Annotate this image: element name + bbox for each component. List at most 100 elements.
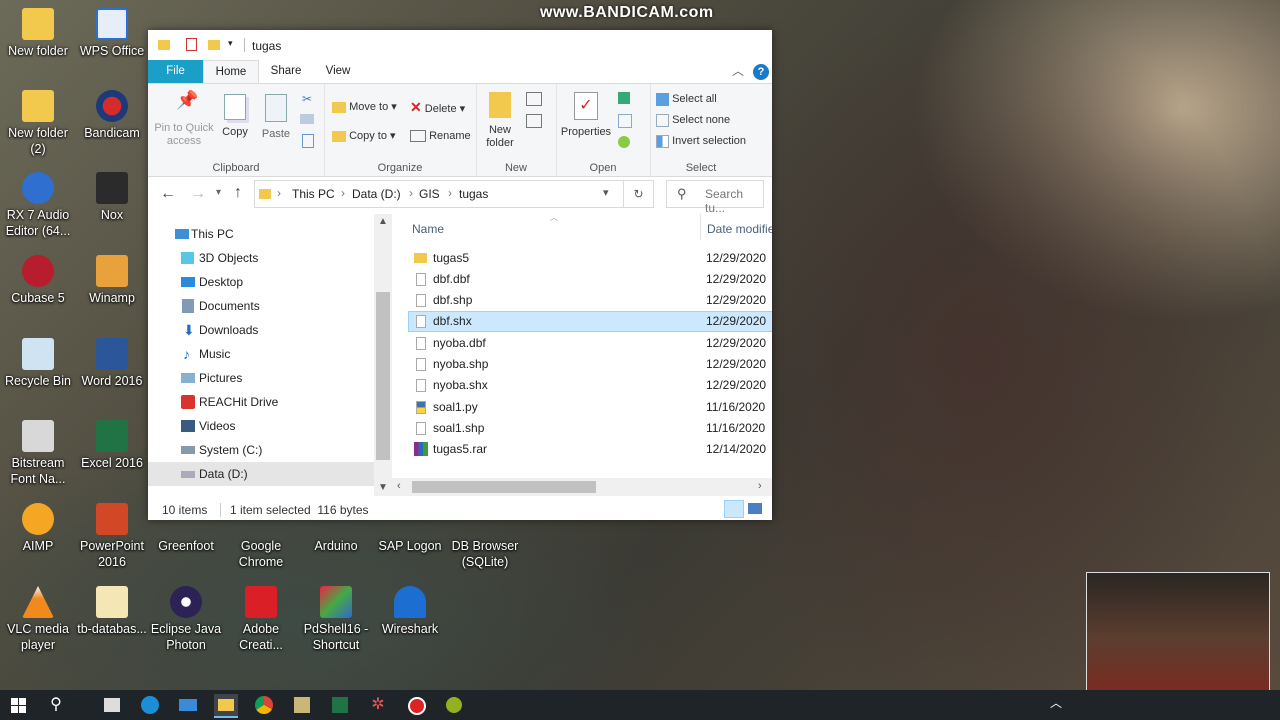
desktop-icon-excel[interactable]: Excel 2016 xyxy=(74,420,150,471)
paste-shortcut-icon[interactable] xyxy=(302,134,314,148)
nav-item-downloads[interactable]: ⬇ Downloads xyxy=(148,318,374,342)
tab-share[interactable]: Share xyxy=(262,60,310,83)
tab-file[interactable]: File xyxy=(148,60,203,83)
recent-locations-icon[interactable]: ▾ xyxy=(216,187,221,198)
chrome-taskbar-icon[interactable] xyxy=(252,694,276,716)
scroll-right-icon[interactable]: › xyxy=(758,480,762,492)
desktop-icon-tb-database[interactable]: tb-databas... xyxy=(74,586,150,637)
mail-icon[interactable] xyxy=(176,694,200,716)
file-row-tugas5-rar[interactable]: tugas5.rar 12/14/2020 xyxy=(408,439,772,460)
quick-access-dropdown-icon[interactable]: ▾ xyxy=(228,38,233,49)
delete-button[interactable]: ✕ Delete ▾ xyxy=(410,100,465,116)
store-icon[interactable] xyxy=(100,694,124,716)
show-hidden-icons[interactable]: ︿ xyxy=(1044,694,1068,716)
file-row-dbf-dbf[interactable]: dbf.dbf 12/29/2020 xyxy=(408,269,772,290)
new-folder-quick-icon[interactable] xyxy=(208,40,220,50)
nav-item-pictures[interactable]: Pictures xyxy=(148,366,374,390)
desktop-icon-rx7[interactable]: RX 7 Audio Editor (64... xyxy=(0,172,76,239)
copy-to-button[interactable]: Copy to ▾ xyxy=(332,129,396,143)
nav-item-documents[interactable]: Documents xyxy=(148,294,374,318)
select-none-button[interactable]: Select none xyxy=(656,113,730,127)
desktop-icon-vlc[interactable]: VLC media player xyxy=(0,586,76,653)
desktop-icon-cubase[interactable]: Cubase 5 xyxy=(0,255,76,306)
nav-item-this-pc[interactable]: This PC xyxy=(148,222,374,246)
edge-icon[interactable] xyxy=(138,694,162,716)
nav-item-data-d[interactable]: Data (D:) xyxy=(148,462,374,486)
nav-item-videos[interactable]: Videos xyxy=(148,414,374,438)
forward-arrow-icon[interactable]: → xyxy=(190,185,206,203)
desktop-icon-winamp[interactable]: Winamp xyxy=(74,255,150,306)
properties-quick-icon[interactable] xyxy=(186,38,197,51)
open-icon[interactable] xyxy=(618,92,630,104)
paste-button[interactable]: Paste xyxy=(258,94,294,141)
file-explorer-taskbar-icon[interactable] xyxy=(214,694,238,718)
tab-home[interactable]: Home xyxy=(203,60,259,84)
file-row-nyoba-dbf[interactable]: nyoba.dbf 12/29/2020 xyxy=(408,333,772,354)
bandicam-taskbar-icon[interactable] xyxy=(404,694,428,716)
easy-access-icon[interactable] xyxy=(526,114,542,128)
file-row-soal1-py[interactable]: soal1.py 11/16/2020 xyxy=(408,397,772,418)
new-folder-button[interactable]: New folder xyxy=(480,92,520,150)
arduino-taskbar-icon[interactable]: ✲ xyxy=(366,694,390,716)
tab-view[interactable]: View xyxy=(314,60,362,83)
breadcrumb-this-pc[interactable]: This PC xyxy=(292,187,335,201)
desktop-icon-eclipse[interactable]: Eclipse Java Photon xyxy=(148,586,224,653)
desktop-icon-adobe-creative[interactable]: Adobe Creati... xyxy=(223,586,299,653)
file-row-nyoba-shp[interactable]: nyoba.shp 12/29/2020 xyxy=(408,354,772,375)
help-icon[interactable]: ? xyxy=(753,64,769,80)
nav-item-music[interactable]: ♪ Music xyxy=(148,342,374,366)
pin-quick-access-button[interactable]: 📌 Pin to Quick access xyxy=(152,91,216,148)
desktop-icon-wps-office[interactable]: WPS Office xyxy=(74,8,150,59)
address-bar[interactable]: › This PC › Data (D:) › GIS › tugas ▾ xyxy=(254,180,624,208)
file-row-tugas5[interactable]: tugas5 12/29/2020 xyxy=(408,248,772,269)
search-box[interactable]: ⚲ Search tu... xyxy=(666,180,764,215)
qgis-taskbar-icon[interactable] xyxy=(442,694,466,716)
breadcrumb-gis[interactable]: GIS xyxy=(419,187,440,201)
up-arrow-icon[interactable]: ↑ xyxy=(234,184,242,202)
desktop-icon-pdshell[interactable]: PdShell16 - Shortcut xyxy=(298,586,374,653)
scroll-up-icon[interactable]: ▲ xyxy=(378,216,388,227)
edit-icon[interactable] xyxy=(618,114,632,128)
column-header-date[interactable]: Date modifie xyxy=(707,222,772,236)
copy-button[interactable]: Copy xyxy=(218,94,252,139)
desktop-icon-new-folder[interactable]: New folder xyxy=(0,8,76,59)
horizontal-scrollbar-thumb[interactable] xyxy=(412,481,596,493)
invert-selection-button[interactable]: Invert selection xyxy=(656,134,746,148)
nav-scrollbar-track[interactable]: ▲ ▼ xyxy=(374,214,392,496)
minimize-ribbon-icon[interactable]: ︿ xyxy=(732,62,744,79)
desktop-icon-aimp[interactable]: AIMP xyxy=(0,503,76,554)
properties-button[interactable]: ✓ Properties xyxy=(560,92,612,139)
breadcrumb-data-d[interactable]: Data (D:) xyxy=(352,187,401,201)
copy-path-icon[interactable] xyxy=(300,114,314,124)
cut-icon[interactable]: ✂ xyxy=(302,92,312,106)
back-arrow-icon[interactable]: ← xyxy=(160,185,176,203)
windows-start-icon[interactable] xyxy=(8,694,32,716)
nav-item-desktop[interactable]: Desktop xyxy=(148,270,374,294)
file-row-dbf-shx[interactable]: dbf.shx 12/29/2020 xyxy=(408,311,772,332)
desktop-icon-new-folder-2[interactable]: New folder (2) xyxy=(0,90,76,157)
file-row-nyoba-shx[interactable]: nyoba.shx 12/29/2020 xyxy=(408,375,772,396)
nav-scrollbar-thumb[interactable] xyxy=(376,292,390,460)
column-header-name[interactable]: Name xyxy=(412,222,444,236)
nav-item-system-c[interactable]: System (C:) xyxy=(148,438,374,462)
search-icon[interactable]: ⚲ xyxy=(44,694,68,716)
breadcrumb-tugas[interactable]: tugas xyxy=(459,187,488,201)
large-icons-view-button[interactable] xyxy=(748,503,762,514)
address-dropdown-icon[interactable]: ▾ xyxy=(603,186,609,199)
desktop-icon-word[interactable]: Word 2016 xyxy=(74,338,150,389)
desktop-icon-bandicam[interactable]: Bandicam xyxy=(74,90,150,141)
history-icon[interactable] xyxy=(618,136,630,148)
select-all-button[interactable]: Select all xyxy=(656,92,717,106)
excel-taskbar-icon[interactable] xyxy=(328,694,352,716)
scroll-left-icon[interactable]: ‹ xyxy=(397,480,401,492)
file-row-dbf-shp[interactable]: dbf.shp 12/29/2020 xyxy=(408,290,772,311)
new-item-icon[interactable] xyxy=(526,92,542,106)
nav-item-3d-objects[interactable]: 3D Objects xyxy=(148,246,374,270)
nav-item-reachit[interactable]: REACHit Drive xyxy=(148,390,374,414)
horizontal-scrollbar[interactable]: ‹ › xyxy=(392,478,772,496)
file-row-soal1-shp[interactable]: soal1.shp 11/16/2020 xyxy=(408,418,772,439)
rename-button[interactable]: Rename xyxy=(410,129,471,143)
notepad-taskbar-icon[interactable] xyxy=(290,694,314,716)
details-view-button[interactable] xyxy=(724,500,744,518)
desktop-icon-nox[interactable]: Nox xyxy=(74,172,150,223)
